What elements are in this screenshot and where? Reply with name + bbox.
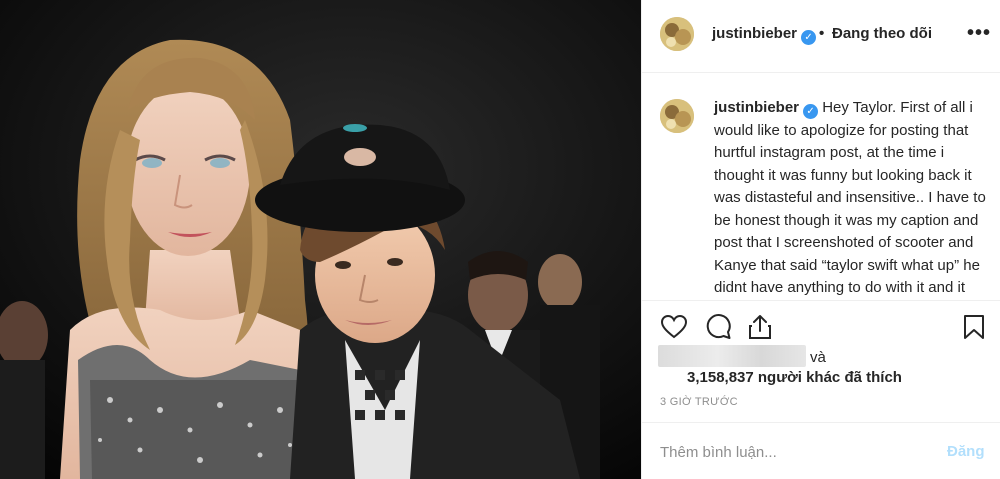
header-username[interactable]: justinbieber ✓: [712, 25, 817, 45]
avatar[interactable]: [660, 17, 694, 51]
post-timestamp[interactable]: 3 GIỜ TRƯỚC: [660, 396, 738, 408]
likes-and-label: và: [810, 349, 826, 366]
avatar-image: [660, 17, 694, 51]
heart-icon[interactable]: [660, 313, 688, 341]
blurred-username: [658, 345, 806, 367]
caption-body: Hey Taylor. First of all i would like to…: [714, 99, 986, 296]
post-comment-button[interactable]: Đăng: [947, 443, 985, 460]
post-photo[interactable]: [0, 0, 641, 479]
comment-input[interactable]: [660, 440, 930, 464]
post-sidebar: justinbieber ✓ • Đang theo dõi ••• justin…: [641, 0, 1000, 479]
action-bar: [642, 301, 1000, 349]
add-comment-bar: Đăng: [642, 422, 1000, 479]
header-separator-dot: •: [819, 25, 825, 42]
caption-avatar[interactable]: [660, 99, 694, 133]
bookmark-icon[interactable]: [960, 313, 988, 341]
comment-icon[interactable]: [704, 313, 732, 341]
more-icon[interactable]: •••: [967, 22, 991, 45]
caption-text: justinbieber ✓ Hey Taylor. First of all i…: [714, 97, 992, 300]
verified-icon: ✓: [803, 104, 819, 119]
avatar-image: [660, 99, 694, 133]
likes-count[interactable]: 3,158,837 người khác đã thích: [687, 369, 902, 386]
verified-icon: ✓: [801, 30, 817, 45]
share-icon[interactable]: [746, 313, 774, 341]
post-header: justinbieber ✓ • Đang theo dõi •••: [642, 0, 1000, 73]
caption-section: justinbieber ✓ Hey Taylor. First of all i…: [642, 73, 1000, 301]
post-photo-illustration: [0, 0, 641, 479]
following-button[interactable]: Đang theo dõi: [832, 25, 932, 42]
caption-username[interactable]: justinbieber ✓: [714, 99, 819, 119]
